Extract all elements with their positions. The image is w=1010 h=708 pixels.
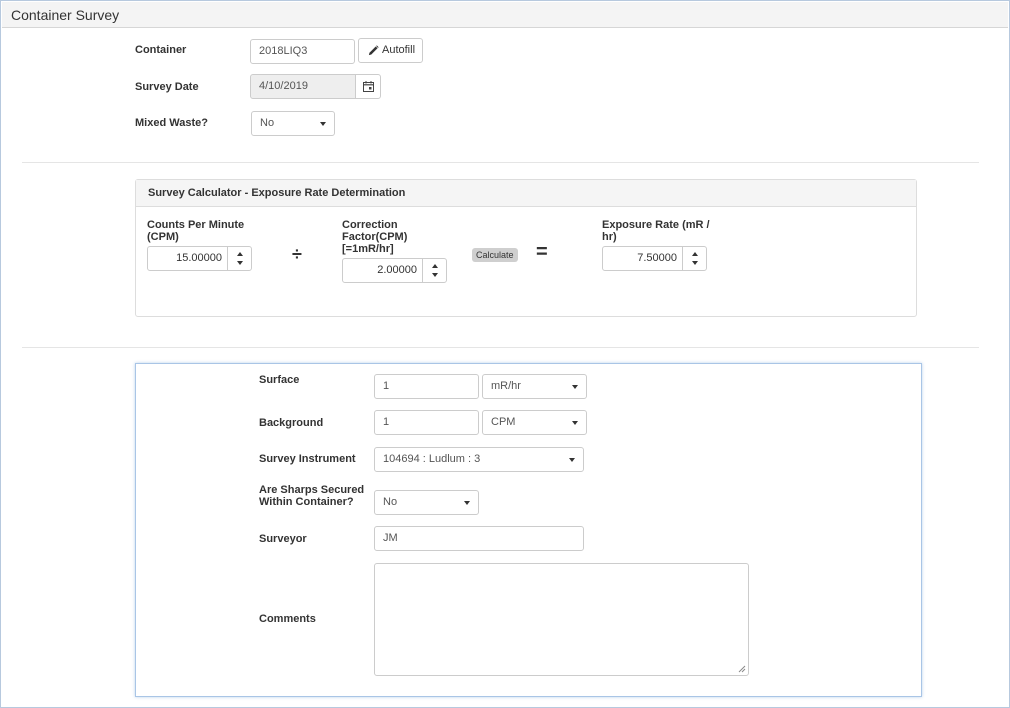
spinner-up-icon[interactable] [432,264,438,268]
survey-instrument-label: Survey Instrument [259,453,356,465]
background-label: Background [259,417,324,429]
surveyor-label: Surveyor [259,533,307,545]
container-input[interactable]: 2018LIQ3 [250,39,355,64]
surface-unit-select[interactable]: mR/hr [482,374,587,399]
chevron-down-icon [569,458,575,462]
spinner-down-icon[interactable] [237,261,243,265]
chevron-down-icon [320,122,326,126]
survey-instrument-value: 104694 : Ludlum : 3 [383,453,481,465]
cpm-spinner-arrows[interactable] [227,247,251,270]
cpm-value: 15.00000 [176,252,222,264]
container-survey-window: Container Survey Container 2018LIQ3 Auto… [0,0,1010,708]
spinner-down-icon[interactable] [432,273,438,277]
autofill-label: Autofill [382,44,416,56]
cpm-spinner[interactable]: 15.00000 [147,246,252,271]
survey-instrument-select[interactable]: 104694 : Ludlum : 3 [374,447,584,472]
mixed-waste-select[interactable]: No [251,111,335,136]
surveyor-input[interactable]: JM [374,526,584,551]
autofill-button[interactable]: Autofill [358,38,423,63]
correction-label-line2: Factor(CPM) [342,231,408,243]
survey-date-calendar-button[interactable] [355,74,381,99]
exposure-rate-value: 7.50000 [637,252,677,264]
container-label: Container [135,44,187,56]
divide-symbol: ÷ [292,244,302,264]
background-input[interactable]: 1 [374,410,479,435]
mixed-waste-value: No [260,117,275,129]
sharps-secured-label: Are Sharps Secured Within Container? [259,484,364,508]
exposure-spinner-arrows[interactable] [682,247,706,270]
sharps-label-line1: Are Sharps Secured [259,484,365,496]
calculator-title: Survey Calculator - Exposure Rate Determ… [148,187,406,199]
exposure-label-line2: hr) [602,231,617,243]
correction-factor-value: 2.00000 [377,264,417,276]
background-unit-value: CPM [491,416,516,428]
sharps-secured-select[interactable]: No [374,490,479,515]
chevron-down-icon [572,385,578,389]
section-divider [22,347,979,348]
equals-symbol: = [536,241,548,263]
cpm-label: Counts Per Minute (CPM) [147,219,244,243]
calculator-panel-header: Survey Calculator - Exposure Rate Determ… [136,180,916,207]
sharps-secured-value: No [383,496,398,508]
survey-calculator-panel: Survey Calculator - Exposure Rate Determ… [135,179,917,317]
cpm-label-line1: Counts Per Minute [147,219,245,231]
surface-label: Surface [259,374,300,386]
pencil-icon [368,45,379,56]
spinner-up-icon[interactable] [237,252,243,256]
mixed-waste-label: Mixed Waste? [135,117,208,129]
survey-date-input[interactable]: 4/10/2019 [250,74,356,99]
surface-input[interactable]: 1 [374,374,479,399]
correction-spinner-arrows[interactable] [422,259,446,282]
exposure-label-line1: Exposure Rate (mR / [602,219,710,231]
chevron-down-icon [464,501,470,505]
surface-unit-value: mR/hr [491,380,521,392]
spinner-down-icon[interactable] [692,261,698,265]
correction-label-line3: [=1mR/hr] [342,243,394,255]
exposure-rate-spinner[interactable]: 7.50000 [602,246,707,271]
correction-label-line1: Correction [342,219,398,231]
background-unit-select[interactable]: CPM [482,410,587,435]
chevron-down-icon [572,421,578,425]
calendar-icon [363,81,374,92]
calculate-button[interactable]: Calculate [472,248,518,262]
correction-factor-label: Correction Factor(CPM) [=1mR/hr] [342,219,407,255]
window-titlebar: Container Survey [2,2,1008,28]
correction-factor-spinner[interactable]: 2.00000 [342,258,447,283]
exposure-rate-label: Exposure Rate (mR / hr) [602,219,710,243]
spinner-up-icon[interactable] [692,252,698,256]
sharps-label-line2: Within Container? [259,496,354,508]
resize-handle-icon[interactable] [738,665,746,673]
comments-textarea[interactable] [374,563,749,676]
window-title: Container Survey [11,7,120,23]
comments-label: Comments [259,613,316,625]
section-divider [22,162,979,163]
cpm-label-line2: (CPM) [147,231,179,243]
survey-date-label: Survey Date [135,81,199,93]
